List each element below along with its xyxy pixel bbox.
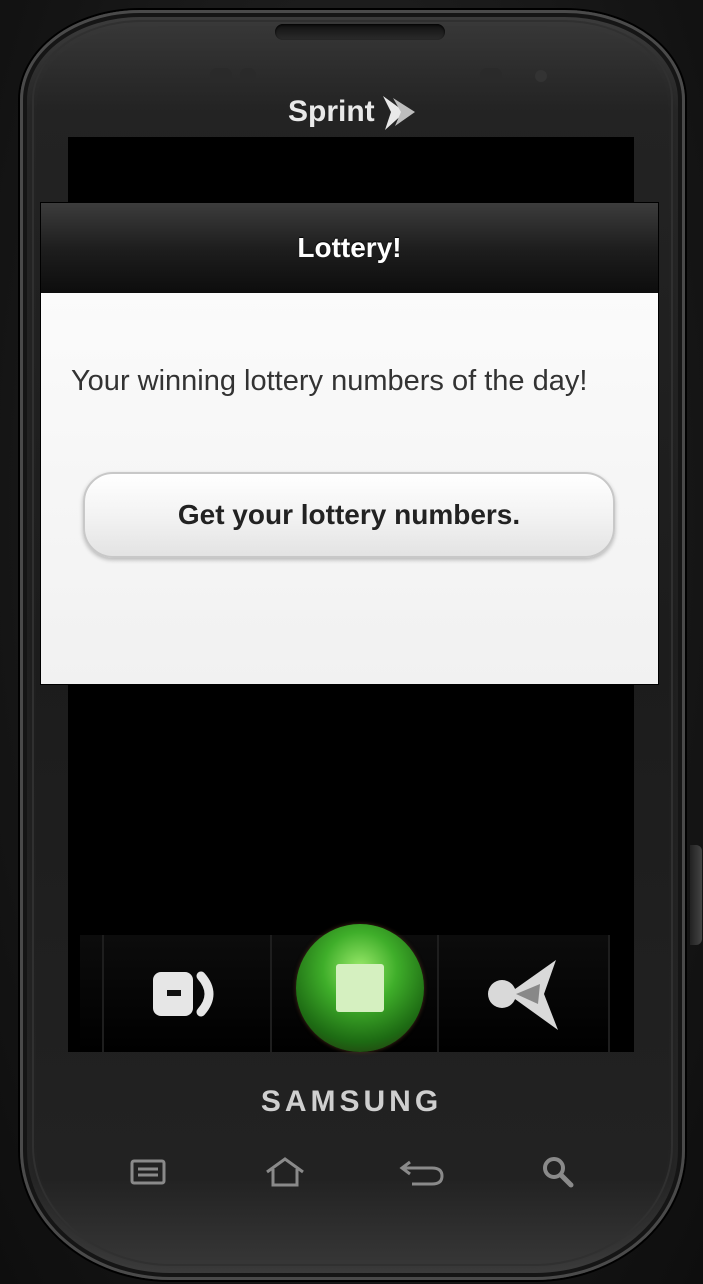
apps-square — [336, 963, 384, 1012]
search-icon — [543, 1157, 574, 1188]
brand-logo: SAMSUNG — [260, 1085, 443, 1118]
front-camera — [535, 70, 547, 82]
get-lottery-numbers-label: Get your lottery numbers. — [177, 499, 521, 530]
proximity-sensor — [210, 68, 232, 82]
lottery-dialog: Lottery! Your winning lottery numbers of… — [41, 203, 658, 684]
back-key[interactable] — [392, 1150, 452, 1194]
dock-share[interactable] — [445, 935, 610, 1052]
dialog-title: Lottery! — [297, 232, 402, 263]
earpiece-speaker — [275, 24, 445, 40]
carrier-name: Sprint — [288, 95, 375, 128]
dialog-header: Lottery! — [41, 203, 658, 293]
dialog-body: Your winning lottery numbers of the day!… — [41, 293, 658, 684]
apps-icon — [296, 923, 424, 1052]
home-key[interactable] — [255, 1150, 315, 1194]
dock-apps[interactable] — [280, 923, 440, 1052]
back-icon — [399, 1160, 444, 1186]
share-icon — [487, 959, 558, 1030]
carrier-logo: Sprint — [288, 90, 448, 134]
menu-key[interactable] — [118, 1150, 178, 1194]
dock-divider — [270, 935, 272, 1052]
sprint-wing-icon — [382, 96, 415, 130]
search-key[interactable] — [528, 1150, 588, 1194]
menu-icon — [130, 1159, 166, 1185]
phone-icon — [153, 971, 214, 1016]
get-lottery-numbers-button[interactable]: Get your lottery numbers. — [83, 472, 615, 558]
dialog-message: Your winning lottery numbers of the day! — [71, 365, 588, 397]
dock-phone[interactable] — [110, 935, 270, 1052]
home-icon — [266, 1157, 304, 1187]
dock-bar — [80, 923, 610, 1052]
dock-divider — [102, 935, 104, 1052]
front-sensor — [480, 68, 502, 82]
light-sensor — [240, 68, 256, 82]
side-button[interactable] — [690, 845, 702, 945]
